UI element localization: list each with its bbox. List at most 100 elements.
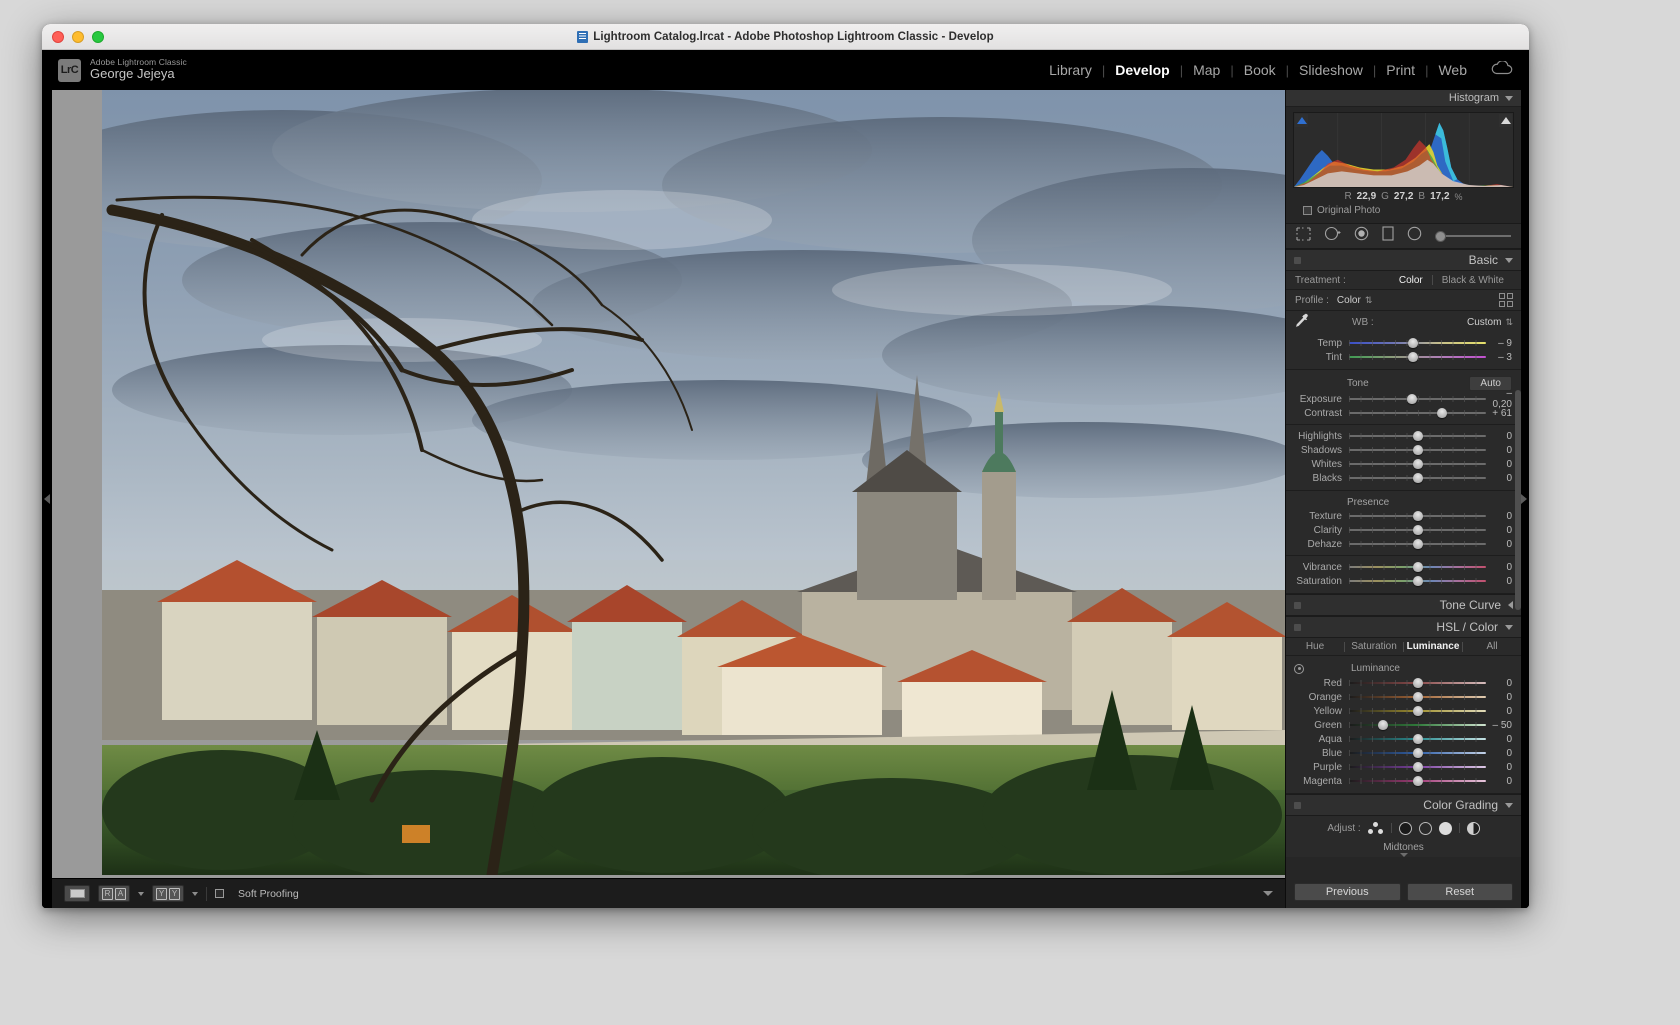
radial-gradient-tool-icon[interactable] <box>1407 226 1422 246</box>
hsl-green-value[interactable]: – 50 <box>1486 720 1512 731</box>
white-balance-eyedropper-icon[interactable] <box>1292 312 1310 333</box>
wb-dropdown-icon[interactable]: ⇅ <box>1505 318 1513 327</box>
tone-curve-section-header[interactable]: Tone Curve <box>1286 594 1521 616</box>
vibrance-value[interactable]: 0 <box>1486 562 1512 573</box>
histogram-panel-header[interactable]: Histogram <box>1286 90 1521 107</box>
treatment-bw-option[interactable]: Black & White <box>1433 275 1513 286</box>
three-way-wheel-icon[interactable] <box>1367 821 1384 835</box>
shadows-value[interactable]: 0 <box>1486 445 1512 456</box>
clarity-slider[interactable] <box>1349 524 1486 536</box>
tint-value[interactable]: – 3 <box>1486 352 1512 363</box>
basic-section-header[interactable]: Basic <box>1286 249 1521 271</box>
image-canvas[interactable] <box>52 90 1285 878</box>
highlight-clipping-icon[interactable] <box>1499 114 1512 127</box>
develop-photo-preview[interactable] <box>102 90 1285 875</box>
hsl-magenta-slider[interactable] <box>1349 775 1486 787</box>
hsl-green-slider[interactable] <box>1349 719 1486 731</box>
collapse-right-panel-icon[interactable] <box>1521 494 1527 504</box>
blacks-slider[interactable] <box>1349 472 1486 484</box>
hsl-blue-value[interactable]: 0 <box>1486 748 1512 759</box>
module-develop[interactable]: Develop <box>1105 62 1179 78</box>
highlights-value[interactable]: 0 <box>1486 431 1512 442</box>
left-panel-toggle[interactable] <box>42 90 52 908</box>
ya-yb-icon[interactable]: YY <box>152 885 184 902</box>
hsl-magenta-value[interactable]: 0 <box>1486 776 1512 787</box>
tool-amount-slider[interactable] <box>1435 230 1511 242</box>
profile-dropdown-icon[interactable]: ⇅ <box>1365 296 1373 305</box>
shadows-wheel-icon[interactable] <box>1398 821 1412 835</box>
tone-curve-section-switch[interactable] <box>1294 601 1301 609</box>
before-after-icon[interactable]: RA <box>98 885 130 902</box>
ya-yb-dropdown-icon[interactable] <box>192 891 198 896</box>
module-book[interactable]: Book <box>1234 62 1286 78</box>
soft-proofing-checkbox[interactable] <box>215 889 224 898</box>
exposure-slider[interactable] <box>1349 393 1486 405</box>
whites-value[interactable]: 0 <box>1486 459 1512 470</box>
chevron-down-icon[interactable] <box>1505 257 1513 263</box>
profile-browser-icon[interactable] <box>1499 293 1513 307</box>
vibrance-slider[interactable] <box>1349 561 1486 573</box>
identity-plate[interactable]: LrC Adobe Lightroom Classic George Jejey… <box>58 57 187 82</box>
hsl-red-value[interactable]: 0 <box>1486 678 1512 689</box>
temp-slider[interactable] <box>1349 337 1486 349</box>
chevron-down-icon[interactable] <box>1505 95 1513 101</box>
shadow-clipping-icon[interactable] <box>1295 114 1308 127</box>
expand-left-panel-icon[interactable] <box>44 494 50 504</box>
toolbar-collapse-icon[interactable] <box>1263 891 1273 896</box>
cloud-icon[interactable] <box>1491 59 1513 80</box>
masking-tool-icon[interactable] <box>1382 226 1394 246</box>
wb-value[interactable]: Custom <box>1467 317 1501 328</box>
hsl-orange-slider[interactable] <box>1349 691 1486 703</box>
texture-slider[interactable] <box>1349 510 1486 522</box>
tint-slider[interactable] <box>1349 351 1486 363</box>
module-print[interactable]: Print <box>1376 62 1425 78</box>
histogram-graph[interactable] <box>1293 112 1514 188</box>
highlights-wheel-icon[interactable] <box>1438 821 1452 835</box>
treatment-color-option[interactable]: Color <box>1390 275 1432 286</box>
hsl-purple-value[interactable]: 0 <box>1486 762 1512 773</box>
color-grading-section-switch[interactable] <box>1294 801 1301 809</box>
tab-hue[interactable]: Hue <box>1286 641 1344 652</box>
global-wheel-icon[interactable] <box>1466 821 1480 835</box>
module-slideshow[interactable]: Slideshow <box>1289 62 1373 78</box>
hsl-orange-value[interactable]: 0 <box>1486 692 1512 703</box>
color-grading-section-header[interactable]: Color Grading <box>1286 794 1521 816</box>
crop-overlay-tool-icon[interactable] <box>1296 226 1311 246</box>
saturation-slider[interactable] <box>1349 575 1486 587</box>
tab-luminance[interactable]: Luminance <box>1404 641 1462 652</box>
chevron-down-icon[interactable] <box>1505 624 1513 630</box>
hsl-purple-slider[interactable] <box>1349 761 1486 773</box>
module-map[interactable]: Map <box>1183 62 1230 78</box>
basic-section-switch[interactable] <box>1294 256 1301 264</box>
temp-value[interactable]: – 9 <box>1486 338 1512 349</box>
targeted-adjustment-icon[interactable] <box>1294 663 1304 674</box>
contrast-value[interactable]: + 61 <box>1486 408 1512 419</box>
highlights-slider[interactable] <box>1349 430 1486 442</box>
dehaze-slider[interactable] <box>1349 538 1486 550</box>
tab-all[interactable]: All <box>1463 641 1521 652</box>
tab-saturation[interactable]: Saturation <box>1345 641 1403 652</box>
chevron-left-icon[interactable] <box>1508 601 1513 609</box>
hsl-aqua-value[interactable]: 0 <box>1486 734 1512 745</box>
chevron-down-icon[interactable] <box>1505 802 1513 808</box>
contrast-slider[interactable] <box>1349 407 1486 419</box>
original-photo-checkbox[interactable] <box>1303 206 1312 215</box>
blacks-value[interactable]: 0 <box>1486 473 1512 484</box>
module-web[interactable]: Web <box>1428 62 1477 78</box>
saturation-value[interactable]: 0 <box>1486 576 1512 587</box>
hsl-red-slider[interactable] <box>1349 677 1486 689</box>
dehaze-value[interactable]: 0 <box>1486 539 1512 550</box>
midtones-wheel-icon[interactable] <box>1418 821 1432 835</box>
texture-value[interactable]: 0 <box>1486 511 1512 522</box>
reset-button[interactable]: Reset <box>1406 883 1513 901</box>
hsl-section-header[interactable]: HSL / Color <box>1286 616 1521 638</box>
shadows-slider[interactable] <box>1349 444 1486 456</box>
right-panel-toggle[interactable] <box>1521 90 1529 908</box>
hsl-aqua-slider[interactable] <box>1349 733 1486 745</box>
previous-button[interactable]: Previous <box>1294 883 1401 901</box>
loupe-view-icon[interactable] <box>64 885 90 902</box>
hsl-blue-slider[interactable] <box>1349 747 1486 759</box>
clarity-value[interactable]: 0 <box>1486 525 1512 536</box>
whites-slider[interactable] <box>1349 458 1486 470</box>
module-library[interactable]: Library <box>1039 62 1102 78</box>
